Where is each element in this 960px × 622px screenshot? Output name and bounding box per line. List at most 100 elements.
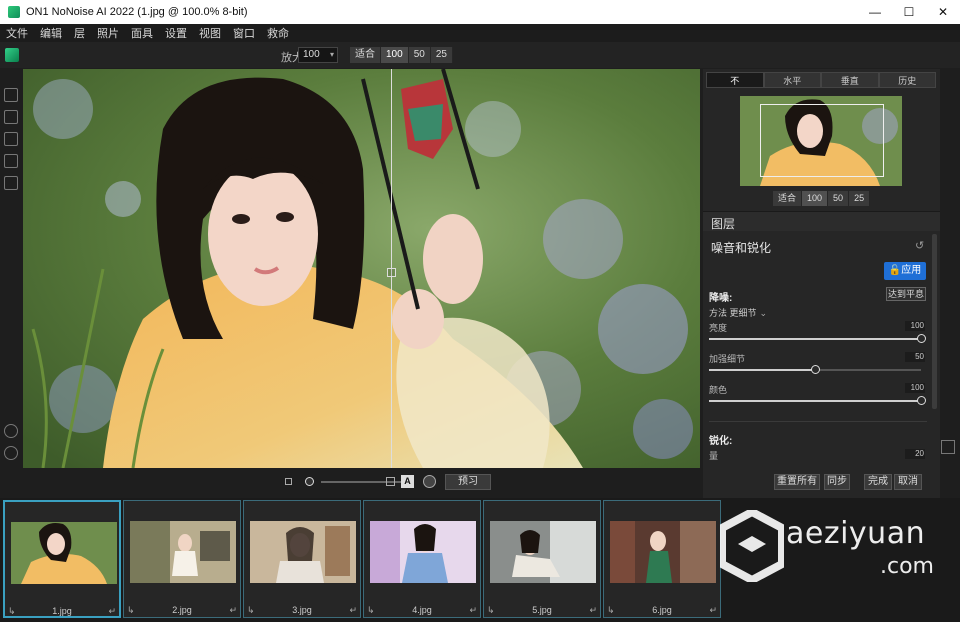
param-value[interactable]: 50 xyxy=(905,352,925,362)
param-label: 量 xyxy=(709,451,719,461)
menu-file[interactable]: 文件 xyxy=(6,25,28,41)
tab-vertical[interactable]: 垂直 xyxy=(821,72,879,88)
ai-match-button[interactable]: 达到平息 xyxy=(886,287,926,301)
zoom-select[interactable]: 100 ▾ xyxy=(298,47,338,63)
film-thumbnail xyxy=(490,521,596,583)
param-value[interactable]: 100 xyxy=(905,383,925,393)
nav-100-button[interactable]: 100 xyxy=(802,191,829,206)
navigator-viewport-rect[interactable] xyxy=(760,104,884,177)
menu-window[interactable]: 窗口 xyxy=(233,25,255,41)
film-name: 3.jpg xyxy=(292,605,312,615)
tab-horizontal[interactable]: 水平 xyxy=(763,72,821,88)
maximize-button[interactable]: ☐ xyxy=(892,0,926,24)
param-slider-knob[interactable] xyxy=(917,334,926,343)
film-item[interactable]: ↳ 2.jpg ↵ xyxy=(123,500,241,618)
menu-settings[interactable]: 设置 xyxy=(165,25,187,41)
navigator-tabs: 不 水平 垂直 历史 xyxy=(706,72,936,88)
mask-view-icon[interactable] xyxy=(423,475,436,488)
eraser-tool-icon[interactable] xyxy=(4,154,18,168)
method-selector[interactable]: 方法 更细节 ⌄ xyxy=(709,306,767,319)
section-divider xyxy=(709,421,927,422)
tab-history[interactable]: 历史 xyxy=(878,72,936,88)
split-handle[interactable] xyxy=(387,268,396,277)
preview-button[interactable]: 预习 xyxy=(445,474,491,490)
done-button[interactable]: 完成 xyxy=(864,474,892,490)
nav-fit-button[interactable]: 适合 xyxy=(773,191,803,206)
zoom-50-button[interactable]: 50 xyxy=(408,47,431,63)
minimize-button[interactable]: — xyxy=(858,0,892,24)
thumb-size-knob[interactable] xyxy=(305,477,314,486)
title-bar: ON1 NoNoise AI 2022 (1.jpg @ 100.0% 8-bi… xyxy=(0,0,960,24)
film-return-icon: ↵ xyxy=(709,605,717,615)
film-thumbnail xyxy=(250,521,356,583)
nav-25-button[interactable]: 25 xyxy=(849,191,871,206)
film-item[interactable]: ↳ 4.jpg ↵ xyxy=(363,500,481,618)
method-value: 更细节 xyxy=(729,308,757,318)
window-controls: — ☐ ✕ xyxy=(858,0,960,24)
film-thumbnail xyxy=(130,521,236,583)
close-button[interactable]: ✕ xyxy=(926,0,960,24)
navigator-zoom-buttons: 适合 100 50 25 xyxy=(773,191,871,206)
param-enhance-detail: 加强细节 50 xyxy=(709,352,925,382)
param-value[interactable]: 100 xyxy=(905,321,925,331)
tab-none[interactable]: 不 xyxy=(706,72,764,88)
panel-scrollbar[interactable] xyxy=(932,234,937,409)
menu-help[interactable]: 救命 xyxy=(267,25,289,41)
browse-icon[interactable] xyxy=(5,48,19,62)
panel-toggle-icon[interactable] xyxy=(941,440,955,454)
apply-label: 应用 xyxy=(901,265,922,276)
reset-icon[interactable]: ↺ xyxy=(915,239,924,252)
film-thumbnail xyxy=(11,522,117,584)
sync-button[interactable]: 同步 xyxy=(824,474,850,490)
film-return-icon: ↵ xyxy=(589,605,597,615)
cancel-button[interactable]: 取消 xyxy=(894,474,922,490)
crop-tool-icon[interactable] xyxy=(4,88,18,102)
user-icon[interactable] xyxy=(4,424,18,438)
zoom-value: 100 xyxy=(303,49,320,60)
film-return-icon: ↵ xyxy=(229,605,237,615)
film-name: 5.jpg xyxy=(532,605,552,615)
film-item[interactable]: ↳ 5.jpg ↵ xyxy=(483,500,601,618)
film-thumbnail xyxy=(610,521,716,583)
param-label: 颜色 xyxy=(709,385,728,395)
film-name: 4.jpg xyxy=(412,605,432,615)
menu-photo[interactable]: 照片 xyxy=(97,25,119,41)
chevron-down-icon: ⌄ xyxy=(759,308,768,318)
canvas-toolbar: A 预习 xyxy=(23,470,700,494)
layers-header[interactable]: 图层 xyxy=(703,211,940,231)
param-slider-fill xyxy=(709,369,815,371)
toolbar: 放大 100 ▾ 适合 100 50 25 xyxy=(0,42,960,68)
zoom-25-button[interactable]: 25 xyxy=(430,47,453,63)
film-return-icon: ↵ xyxy=(108,606,116,616)
zoom-100-button[interactable]: 100 xyxy=(381,47,409,63)
param-slider-knob[interactable] xyxy=(917,396,926,405)
method-label: 方法 xyxy=(709,308,728,318)
menu-layer[interactable]: 层 xyxy=(74,25,85,41)
tool-strip xyxy=(0,68,22,498)
film-item[interactable]: ↳ 1.jpg ↵ xyxy=(3,500,121,618)
watermark: aeziyuan .com xyxy=(716,510,956,590)
nav-50-button[interactable]: 50 xyxy=(828,191,850,206)
film-item[interactable]: ↳ 3.jpg ↵ xyxy=(243,500,361,618)
right-panel: 不 水平 垂直 历史 适合 100 50 25 图层 噪音和锐化 ↺ 🔓应用 降… xyxy=(703,69,940,499)
help-icon[interactable] xyxy=(4,446,18,460)
fit-button[interactable]: 适合 xyxy=(350,47,381,63)
film-item[interactable]: ↳ 6.jpg ↵ xyxy=(603,500,721,618)
line-mask-tool-icon[interactable] xyxy=(4,132,18,146)
brush-tool-icon[interactable] xyxy=(4,110,18,124)
menu-edit[interactable]: 编辑 xyxy=(40,25,62,41)
image-canvas[interactable] xyxy=(23,69,700,468)
compare-ab-button[interactable]: A xyxy=(401,475,414,488)
menu-mask[interactable]: 面具 xyxy=(131,25,153,41)
zoom-view-buttons: 适合 100 50 25 xyxy=(350,47,453,63)
large-thumb-icon[interactable] xyxy=(386,477,395,486)
small-thumb-icon[interactable] xyxy=(285,478,292,485)
apply-button[interactable]: 🔓应用 xyxy=(884,262,926,280)
zoom-tool-icon[interactable] xyxy=(4,176,18,190)
navigator-thumbnail[interactable] xyxy=(740,96,902,186)
film-return-icon: ↵ xyxy=(469,605,477,615)
param-slider-knob[interactable] xyxy=(811,365,820,374)
reset-all-button[interactable]: 重置所有 xyxy=(774,474,820,490)
menu-view[interactable]: 视图 xyxy=(199,25,221,41)
param-value[interactable]: 20 xyxy=(905,449,925,459)
